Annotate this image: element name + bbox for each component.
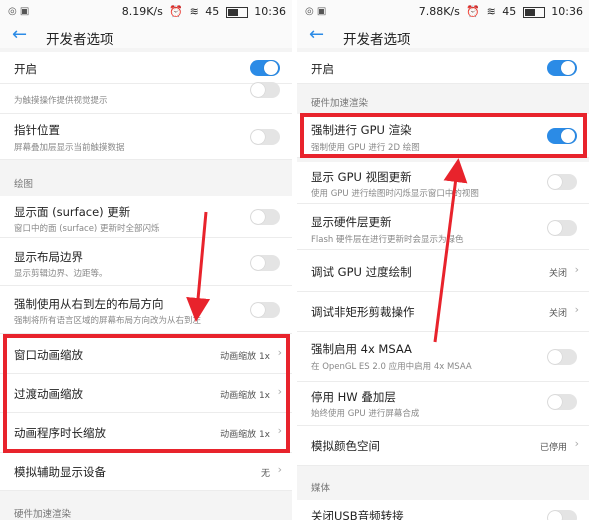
row-value: 已停用 [539,443,567,453]
disable-usb-audio-toggle[interactable] [547,510,577,520]
touch-feedback-row[interactable]: 为触摸操作提供视觉提示 [0,82,292,114]
page-title: 开发者选项 [343,32,411,48]
row-label: 停用 HW 叠加层 [311,390,396,404]
right-screenshot: ◎ ▣ 7.88K/s ⏰ ≋ 45 10:36 ← 开发者选项 开启 硬件加速… [297,0,589,520]
status-left-icons: ◎ ▣ [8,6,30,17]
rtl-layout-row[interactable]: 强制使用从右到左的布局方向 强制将所有语言区域的屏幕布局方向改为从右到左 [0,286,292,334]
row-label: 调试 GPU 过度绘制 [311,265,412,279]
back-arrow-icon[interactable]: ← [12,24,27,46]
row-label: 显示 GPU 视图更新 [311,170,412,184]
row-label: 显示面 (surface) 更新 [14,205,131,219]
row-label: 关闭USB音频转接 [311,509,404,520]
rtl-layout-toggle[interactable] [250,302,280,318]
simulate-display-row[interactable]: 模拟辅助显示设备 无 › [0,453,292,491]
row-value: 关闭 [548,269,567,279]
touch-feedback-toggle[interactable] [250,82,280,98]
non-rect-clip-row[interactable]: 调试非矩形剪裁操作 关闭 › [297,292,589,332]
section-media: 媒体 [311,483,331,494]
status-right: 8.19K/s ⏰ ≋ 45 10:36 [119,5,286,18]
row-label: 指针位置 [14,123,60,137]
row-sub: 窗口中的面 (surface) 更新时全部闪烁 [14,224,160,234]
enable-toggle[interactable] [547,60,577,76]
pointer-location-toggle[interactable] [250,129,280,145]
row-label: 显示硬件层更新 [311,215,392,229]
enable-row[interactable]: 开启 [297,52,589,84]
section-hw-render: 硬件加速渲染 [311,98,369,109]
row-label: 模拟辅助显示设备 [14,465,106,479]
title-bar: ← 开发者选项 [0,24,292,48]
status-right: 7.88K/s ⏰ ≋ 45 10:36 [416,5,583,18]
simulate-color-space-row[interactable]: 模拟颜色空间 已停用 › [297,426,589,466]
battery-icon [225,6,248,18]
highlight-box [300,113,587,158]
highlight-box [3,334,290,453]
msaa-row[interactable]: 强制启用 4x MSAA 在 OpenGL ES 2.0 应用中启用 4x MS… [297,332,589,382]
row-label: 调试非矩形剪裁操作 [311,305,415,319]
gpu-overdraw-row[interactable]: 调试 GPU 过度绘制 关闭 › [297,250,589,292]
network-speed: 7.88K/s [418,5,460,18]
surface-updates-row[interactable]: 显示面 (surface) 更新 窗口中的面 (surface) 更新时全部闪烁 [0,196,292,238]
alarm-icon: ⏰ [466,5,481,18]
title-bar: ← 开发者选项 [297,24,589,48]
chevron-right-icon: › [277,463,282,476]
clock: 10:36 [551,5,583,18]
wifi-icon: ≋ [189,5,199,18]
section-hw-render: 硬件加速渲染 [14,509,72,520]
signal-text: 45 [502,5,517,18]
status-bar: ◎ ▣ 7.88K/s ⏰ ≋ 45 10:36 [297,0,589,24]
row-label: 模拟颜色空间 [311,439,380,453]
enable-row[interactable]: 开启 [0,52,292,84]
row-label: 强制使用从右到左的布局方向 [14,297,164,311]
row-value: 无 [260,469,270,479]
battery-icon [522,6,545,18]
row-label: 显示布局边界 [14,250,83,264]
disable-hw-overlay-row[interactable]: 停用 HW 叠加层 始终使用 GPU 进行屏幕合成 [297,382,589,426]
pointer-location-row[interactable]: 指针位置 屏幕叠加层显示当前触摸数据 [0,114,292,160]
row-sub: 强制将所有语言区域的屏幕布局方向改为从右到左 [14,316,202,326]
msaa-toggle[interactable] [547,349,577,365]
row-sub: 显示剪辑边界、边距等。 [14,269,108,279]
left-screenshot: ◎ ▣ 8.19K/s ⏰ ≋ 45 10:36 ← 开发者选项 开启 为触摸操… [0,0,292,520]
section-drawing: 绘图 [14,179,34,190]
chevron-right-icon: › [574,263,579,276]
row-sub: 屏幕叠加层显示当前触摸数据 [14,143,125,153]
chevron-right-icon: › [574,303,579,316]
gpu-view-updates-toggle[interactable] [547,174,577,190]
row-sub: Flash 硬件层在进行更新时会显示为绿色 [311,235,464,245]
row-sub: 始终使用 GPU 进行屏幕合成 [311,409,420,419]
gpu-view-updates-row[interactable]: 显示 GPU 视图更新 使用 GPU 进行绘图时闪烁显示窗口中的视图 [297,162,589,204]
status-bar: ◎ ▣ 8.19K/s ⏰ ≋ 45 10:36 [0,0,292,24]
row-sub: 使用 GPU 进行绘图时闪烁显示窗口中的视图 [311,189,479,199]
row-sub: 为触摸操作提供视觉提示 [14,96,108,106]
layout-bounds-toggle[interactable] [250,255,280,271]
surface-updates-toggle[interactable] [250,209,280,225]
row-value: 关闭 [548,309,567,319]
hw-layer-updates-row[interactable]: 显示硬件层更新 Flash 硬件层在进行更新时会显示为绿色 [297,204,589,250]
alarm-icon: ⏰ [169,5,184,18]
network-speed: 8.19K/s [121,5,163,18]
row-label: 开启 [311,62,334,76]
page-title: 开发者选项 [46,32,114,48]
signal-text: 45 [205,5,220,18]
back-arrow-icon[interactable]: ← [309,24,324,46]
row-sub: 在 OpenGL ES 2.0 应用中启用 4x MSAA [311,362,472,372]
status-left-icons: ◎ ▣ [305,6,327,17]
disable-usb-audio-row[interactable]: 关闭USB音频转接 [297,500,589,520]
enable-toggle[interactable] [250,60,280,76]
hw-layer-updates-toggle[interactable] [547,220,577,236]
wifi-icon: ≋ [486,5,496,18]
disable-hw-overlay-toggle[interactable] [547,394,577,410]
row-label: 强制启用 4x MSAA [311,342,412,356]
row-label: 开启 [14,62,37,76]
chevron-right-icon: › [574,437,579,450]
layout-bounds-row[interactable]: 显示布局边界 显示剪辑边界、边距等。 [0,238,292,286]
clock: 10:36 [254,5,286,18]
